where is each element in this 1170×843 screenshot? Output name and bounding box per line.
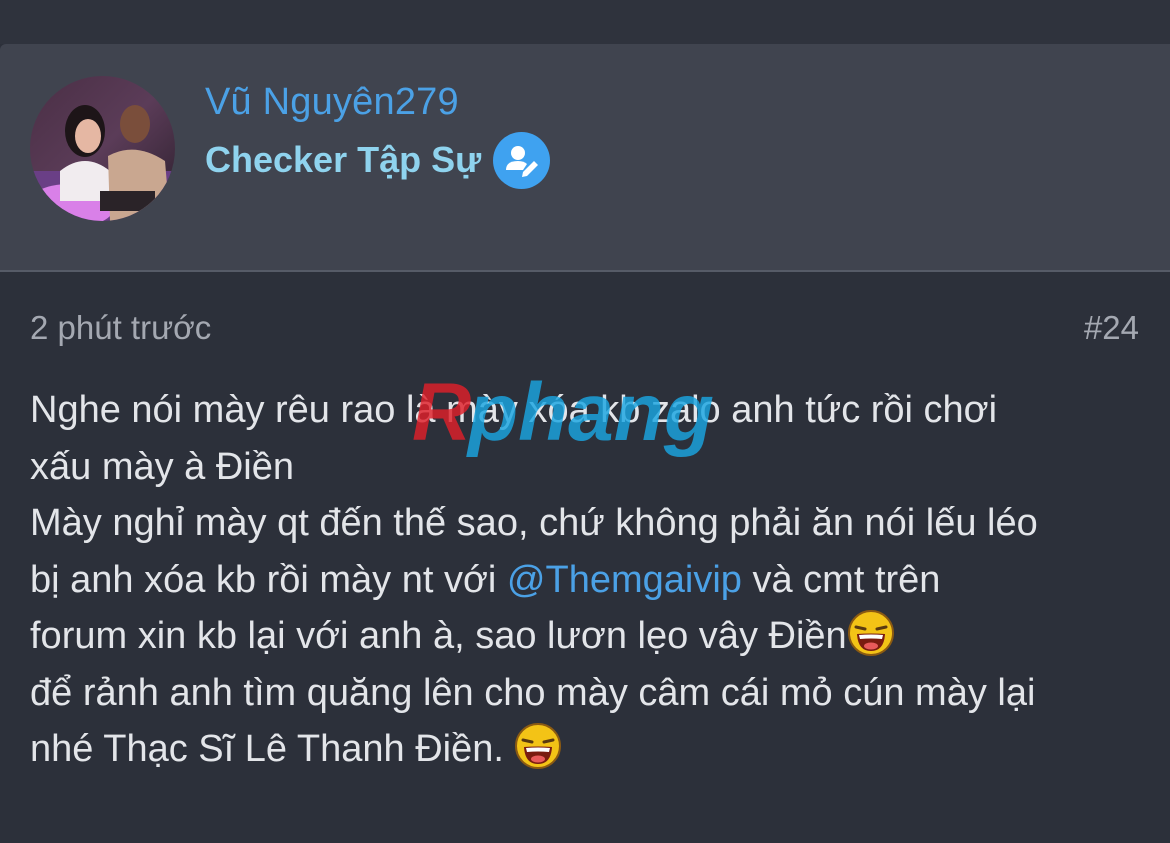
watermark-red: R [412, 372, 471, 458]
watermark-blue: phang [466, 372, 714, 458]
post-line: nhé Thạc Sĩ Lê Thanh Điền. [30, 721, 1150, 778]
post-line: bị anh xóa kb rồi mày nt với @Themgaivip… [30, 552, 1150, 609]
post: 2 phút trước #24 Nghe nói mày rêu rao là… [0, 272, 1170, 843]
top-strip [0, 0, 1170, 44]
watermark-logo: R phang [410, 367, 760, 472]
post-text: forum xin kb lại với anh à, sao lươn lẹo… [30, 615, 847, 657]
post-number[interactable]: #24 [1084, 308, 1139, 348]
username[interactable]: Vũ Nguyên279 [205, 78, 459, 126]
user-header: Vũ Nguyên279 Checker Tập Sự [0, 44, 1170, 272]
avatar[interactable] [30, 76, 175, 221]
post-line: forum xin kb lại với anh à, sao lươn lẹo… [30, 608, 1150, 665]
mention-link[interactable]: @Themgaivip [507, 559, 742, 601]
post-line: để rảnh anh tìm quăng lên cho mày câm cá… [30, 671, 1036, 714]
post-timestamp[interactable]: 2 phút trước [30, 308, 211, 348]
post-text: bị anh xóa kb rồi mày nt với [30, 558, 507, 601]
post-text: nhé Thạc Sĩ Lê Thanh Điền. [30, 728, 515, 770]
post-text: và cmt trên [741, 558, 941, 601]
laughing-emoji-icon [847, 609, 895, 657]
user-edit-icon [493, 132, 550, 189]
laughing-emoji-icon [514, 722, 562, 770]
post-line: Mày nghỉ mày qt đến thế sao, chứ không p… [30, 502, 1038, 544]
user-role: Checker Tập Sự [205, 139, 482, 180]
